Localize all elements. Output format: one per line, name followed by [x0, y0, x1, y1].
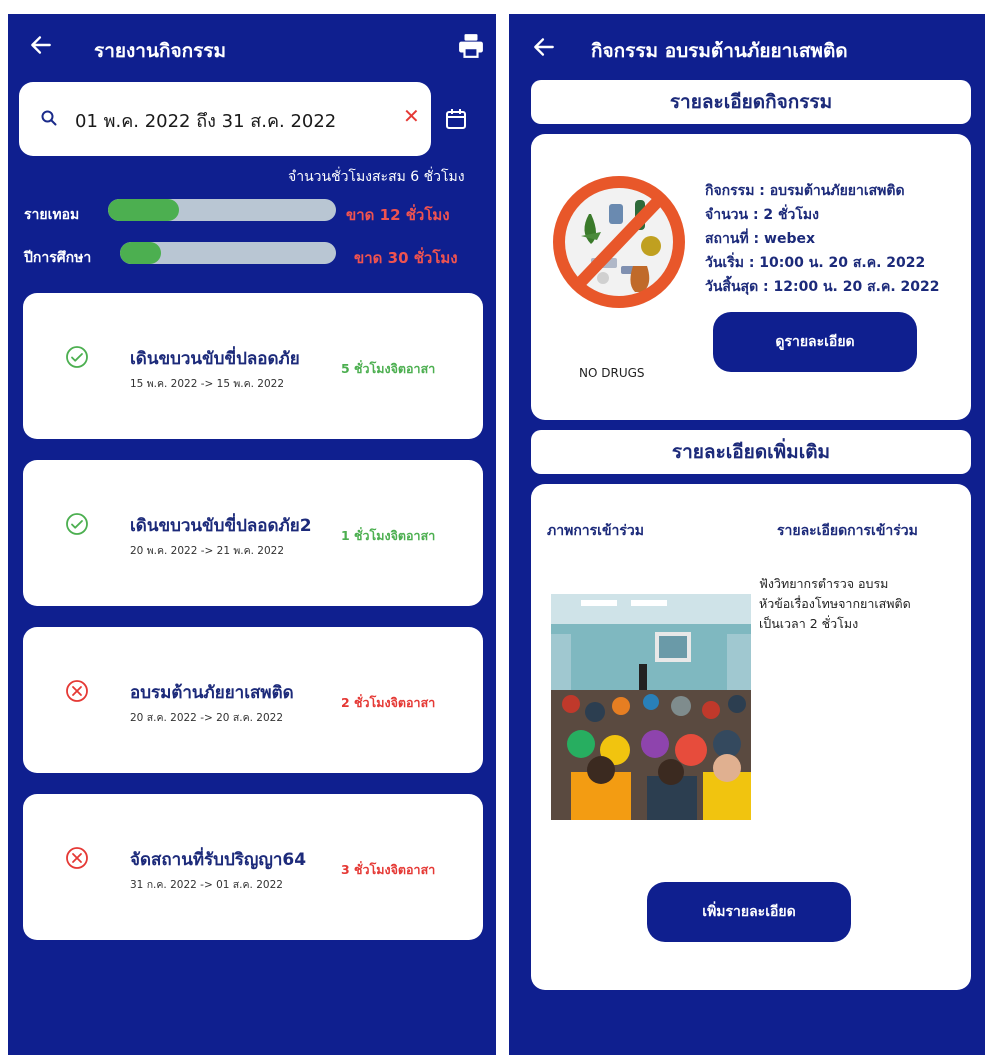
printer-icon[interactable]: [458, 34, 484, 58]
participation-detail-line: เป็นเวลา 2 ชั่วโมง: [759, 616, 859, 631]
page-title: กิจกรรม อบรมต้านภัยยาเสพติด: [591, 40, 848, 62]
activity-hours: 5 ชั่วโมงจิตอาสา: [341, 361, 436, 376]
image-caption: NO DRUGS: [579, 366, 645, 380]
info-start: วันเริ่ม : 10:00 น. 20 ส.ค. 2022: [705, 255, 926, 271]
activity-hours: 2 ชั่วโมงจิตอาสา: [341, 695, 436, 710]
activity-card[interactable]: อบรมต้านภัยยาเสพติด 20 ส.ค. 2022 -> 20 ส…: [23, 627, 483, 773]
view-details-button[interactable]: ดูรายละเอียด: [713, 312, 917, 372]
term-progress-fill: [108, 199, 179, 221]
year-progress-label: ปีการศึกษา: [24, 250, 92, 266]
term-hours-lacking: ขาด 12 ชั่วโมง: [346, 206, 450, 224]
back-arrow-icon[interactable]: [531, 34, 557, 60]
activity-hours: 1 ชั่วโมงจิตอาสา: [341, 528, 436, 543]
activity-card[interactable]: เดินขบวนขับขี่ปลอดภัย2 20 พ.ค. 2022 -> 2…: [23, 460, 483, 606]
activity-dates: 15 พ.ค. 2022 -> 15 พ.ค. 2022: [130, 378, 285, 390]
year-progress-fill: [120, 242, 162, 264]
activity-detail-screen: กิจกรรม อบรมต้านภัยยาเสพติด รายละเอียดกิ…: [509, 14, 985, 1055]
more-detail-header: รายละเอียดเพิ่มเติม: [531, 430, 971, 474]
activity-dates: 20 ส.ค. 2022 -> 20 ส.ค. 2022: [130, 712, 283, 724]
x-circle-icon: [66, 680, 88, 702]
activity-card[interactable]: จัดสถานที่รับปริญญา64 31 ก.ค. 2022 -> 01…: [23, 794, 483, 940]
back-arrow-icon[interactable]: [28, 32, 54, 58]
x-circle-icon: [66, 847, 88, 869]
activity-title: อบรมต้านภัยยาเสพติด: [130, 683, 294, 703]
activity-title: เดินขบวนขับขี่ปลอดภัย: [130, 349, 300, 369]
activity-title: เดินขบวนขับขี่ปลอดภัย2: [130, 516, 312, 536]
activity-title: จัดสถานที่รับปริญญา64: [130, 850, 307, 870]
check-circle-icon: [66, 513, 88, 535]
page-title: รายงานกิจกรรม: [94, 40, 227, 62]
check-circle-icon: [66, 346, 88, 368]
term-progress-bar: [108, 199, 336, 221]
participation-detail-line: หัวข้อเรื่องโทษจากยาเสพติด: [759, 596, 911, 611]
add-details-button[interactable]: เพิ่มรายละเอียด: [647, 882, 851, 942]
calendar-icon[interactable]: [445, 108, 467, 130]
participation-photo: [551, 594, 751, 820]
accumulated-hours: จำนวนชั่วโมงสะสม 6 ชั่วโมง: [288, 169, 465, 185]
activity-hours: 3 ชั่วโมงจิตอาสา: [341, 862, 436, 877]
activity-detail-header: รายละเอียดกิจกรรม: [531, 80, 971, 124]
activity-dates: 20 พ.ค. 2022 -> 21 พ.ค. 2022: [130, 545, 285, 557]
info-location: สถานที่ : webex: [705, 231, 816, 247]
activity-dates: 31 ก.ค. 2022 -> 01 ส.ค. 2022: [130, 879, 283, 891]
date-range-search[interactable]: 01 พ.ค. 2022 ถึง 31 ส.ค. 2022 ✕: [19, 82, 431, 156]
no-drugs-image: [553, 176, 685, 308]
participation-detail-heading: รายละเอียดการเข้าร่วม: [777, 523, 918, 539]
year-progress-bar: [120, 242, 336, 264]
clear-icon[interactable]: ✕: [403, 104, 420, 128]
date-range-value: 01 พ.ค. 2022 ถึง 31 ส.ค. 2022: [75, 111, 337, 132]
participation-card: ภาพการเข้าร่วม รายละเอียดการเข้าร่วม ฟัง…: [531, 484, 971, 990]
participation-photo-heading: ภาพการเข้าร่วม: [547, 523, 645, 539]
info-end: วันสิ้นสุด : 12:00 น. 20 ส.ค. 2022: [705, 279, 940, 295]
term-progress-label: รายเทอม: [24, 207, 80, 223]
activity-card[interactable]: เดินขบวนขับขี่ปลอดภัย 15 พ.ค. 2022 -> 15…: [23, 293, 483, 439]
info-activity: กิจกรรม : อบรมต้านภัยยาเสพติด: [705, 183, 905, 199]
info-hours: จำนวน : 2 ชั่วโมง: [705, 207, 819, 223]
search-icon: [41, 110, 57, 126]
activity-info-card: NO DRUGS กิจกรรม : อบรมต้านภัยยาเสพติด จ…: [531, 134, 971, 420]
activity-report-screen: รายงานกิจกรรม 01 พ.ค. 2022 ถึง 31 ส.ค. 2…: [8, 14, 496, 1055]
year-hours-lacking: ขาด 30 ชั่วโมง: [354, 249, 458, 267]
participation-detail-line: ฟังวิทยากรตำรวจ อบรม: [759, 576, 889, 591]
